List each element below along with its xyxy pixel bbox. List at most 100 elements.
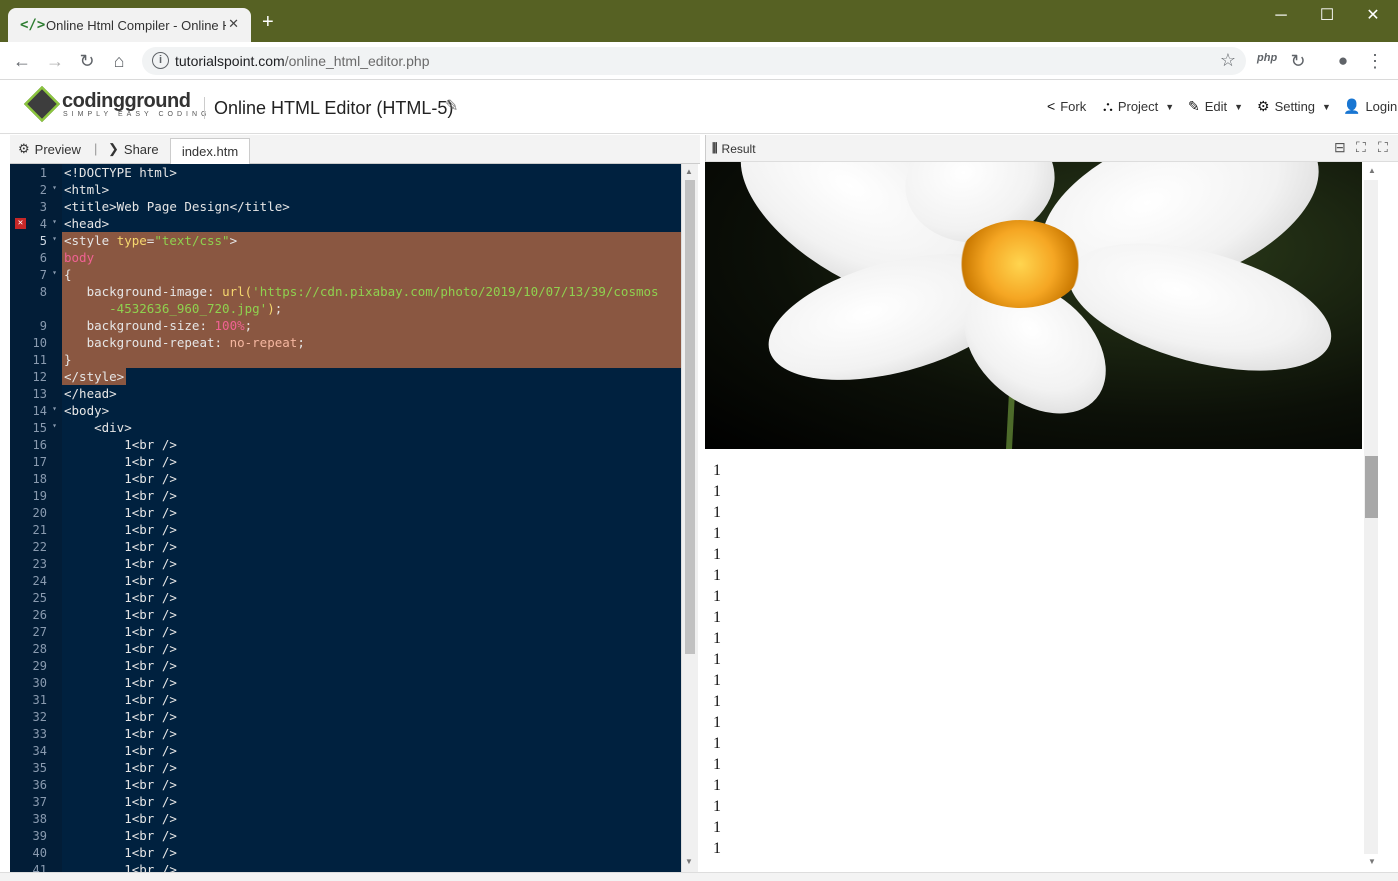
menu-project-label: Project (1117, 99, 1159, 114)
scroll-down-icon[interactable]: ▼ (1368, 857, 1376, 866)
menu-setting[interactable]: ⚙ Setting ▼ (1257, 98, 1331, 115)
code-line[interactable]: 1<br /> (64, 827, 177, 844)
new-tab-button[interactable]: + (262, 12, 274, 32)
code-line[interactable]: <body> (64, 402, 109, 419)
tab-close-icon[interactable]: ✕ (228, 16, 239, 32)
code-line[interactable]: 1<br /> (64, 572, 177, 589)
code-line[interactable]: 1<br /> (64, 555, 177, 572)
code-line[interactable]: -4532636_960_720.jpg'); (64, 300, 282, 317)
edit-title-icon[interactable]: ✎ (445, 96, 458, 116)
code-line[interactable]: 1<br /> (64, 640, 177, 657)
gear-icon: ⚙ (18, 141, 30, 156)
menu-dots-icon[interactable]: ⋮ (1362, 48, 1388, 74)
code-line[interactable]: 1<br /> (64, 691, 177, 708)
compress-icon[interactable]: ⛶ (1356, 139, 1366, 156)
code-line[interactable]: 1<br /> (64, 623, 177, 640)
code-line[interactable]: 1<br /> (64, 504, 177, 521)
preview-button[interactable]: ⚙ Preview (18, 141, 81, 157)
code-line[interactable]: 1<br /> (64, 844, 177, 861)
code-line[interactable]: background-size: 100%; (64, 317, 253, 334)
code-line[interactable]: 1<br /> (64, 470, 177, 487)
code-line[interactable]: 1<br /> (64, 725, 177, 742)
code-line[interactable]: 1<br /> (64, 793, 177, 810)
result-scrollbar-thumb[interactable] (1365, 456, 1378, 518)
profile-icon[interactable]: ● (1330, 48, 1356, 74)
code-line[interactable]: <html> (64, 181, 109, 198)
code-line[interactable]: 1<br /> (64, 708, 177, 725)
forward-icon[interactable]: → (42, 48, 68, 74)
code-line[interactable]: </style> (64, 368, 124, 385)
line-number: 12 (32, 370, 47, 384)
code-line[interactable]: 1<br /> (64, 742, 177, 759)
site-header: codingground SIMPLY EASY CODING Online H… (0, 81, 1398, 134)
code-line[interactable]: 1<br /> (64, 657, 177, 674)
code-line[interactable]: 1<br /> (64, 674, 177, 691)
fold-arrow-icon[interactable]: ▾ (52, 183, 57, 192)
fold-arrow-icon[interactable]: ▾ (52, 217, 57, 226)
close-window-button[interactable]: ✕ (1350, 4, 1396, 28)
menu-fork[interactable]: < Fork (1047, 98, 1086, 114)
code-line[interactable]: 1<br /> (64, 589, 177, 606)
result-line: 1 (713, 483, 721, 500)
fold-arrow-icon[interactable]: ▾ (52, 234, 57, 243)
code-line[interactable]: 1<br /> (64, 606, 177, 623)
sitemap-icon: ⛬ (1103, 98, 1113, 114)
code-line[interactable]: 1<br /> (64, 436, 177, 453)
error-marker-icon[interactable]: ✕ (15, 218, 26, 229)
reload-icon[interactable]: ↻ (74, 48, 100, 74)
fold-arrow-icon[interactable]: ▾ (52, 268, 57, 277)
code-line[interactable]: } (64, 351, 72, 368)
scroll-up-icon[interactable]: ▲ (1368, 166, 1376, 175)
code-line[interactable]: </head> (64, 385, 117, 402)
code-line[interactable]: <title>Web Page Design</title> (64, 198, 290, 215)
code-line[interactable]: 1<br /> (64, 776, 177, 793)
code-line[interactable]: background-repeat: no-repeat; (64, 334, 305, 351)
code-line[interactable]: <!DOCTYPE html> (64, 164, 177, 181)
scroll-down-icon[interactable]: ▼ (685, 857, 693, 866)
code-line[interactable]: <div> (64, 419, 132, 436)
result-tab[interactable]: ⫼ Result (712, 141, 756, 156)
code-line[interactable]: <style type="text/css"> (64, 232, 237, 249)
scroll-up-icon[interactable]: ▲ (685, 167, 693, 176)
result-scrollbar[interactable]: ▲ ▼ (1362, 162, 1398, 872)
editor-scrollbar[interactable]: ▲ ▼ (681, 164, 698, 872)
info-icon[interactable]: i (152, 52, 169, 69)
code-line[interactable]: 1<br /> (64, 453, 177, 470)
menu-edit[interactable]: ✎ Edit ▼ (1188, 98, 1243, 115)
code-line[interactable]: 1<br /> (64, 759, 177, 776)
code-line[interactable]: background-image: url('https://cdn.pixab… (64, 283, 659, 300)
minimize-button[interactable]: ─ (1258, 4, 1304, 28)
chevron-right-icon: ❯ (108, 141, 119, 156)
address-bar[interactable]: i tutorialspoint.com/online_html_editor.… (142, 47, 1246, 75)
collapse-icon[interactable]: ⊟ (1334, 139, 1346, 156)
code-line[interactable]: 1<br /> (64, 538, 177, 555)
bookmark-star-icon[interactable]: ☆ (1220, 50, 1236, 71)
fullscreen-icon[interactable]: ⛶ (1378, 139, 1388, 156)
line-number: 13 (32, 387, 47, 401)
share-button[interactable]: ❯ Share (108, 141, 159, 157)
extension-refresh-icon[interactable]: ↻ (1285, 48, 1311, 74)
result-frame[interactable]: 1 1 1 1 1 1 1 1 1 1 1 1 1 1 1 1 1 1 1 (705, 162, 1362, 872)
menu-project[interactable]: ⛬ Project ▼ (1103, 98, 1174, 115)
code-line[interactable]: 1<br /> (64, 810, 177, 827)
maximize-button[interactable]: ☐ (1304, 4, 1350, 28)
browser-tab[interactable]: </> Online Html Compiler - Online H ✕ (8, 8, 251, 42)
code-line[interactable]: body (64, 249, 94, 266)
code-line[interactable]: 1<br /> (64, 487, 177, 504)
code-editor[interactable]: <!DOCTYPE html> <html> <title>Web Page Des… (62, 164, 681, 872)
home-icon[interactable]: ⌂ (106, 48, 132, 74)
fold-arrow-icon[interactable]: ▾ (52, 421, 57, 430)
back-icon[interactable]: ← (9, 48, 35, 74)
tab-divider: | (94, 141, 98, 156)
menu-login[interactable]: 👤 Login (1343, 98, 1397, 115)
code-line[interactable]: 1<br /> (64, 521, 177, 538)
code-line[interactable]: { (64, 266, 72, 283)
code-line[interactable]: <head> (64, 215, 109, 232)
php-extension-icon[interactable]: php (1257, 52, 1277, 64)
fold-arrow-icon[interactable]: ▾ (52, 404, 57, 413)
tab-index-htm[interactable]: index.htm (170, 138, 250, 165)
editor-scrollbar-thumb[interactable] (685, 180, 695, 654)
caret-down-icon: ▼ (1165, 101, 1175, 112)
logo-name[interactable]: codingground (62, 90, 191, 113)
code-line[interactable]: 1<br /> (64, 861, 177, 872)
